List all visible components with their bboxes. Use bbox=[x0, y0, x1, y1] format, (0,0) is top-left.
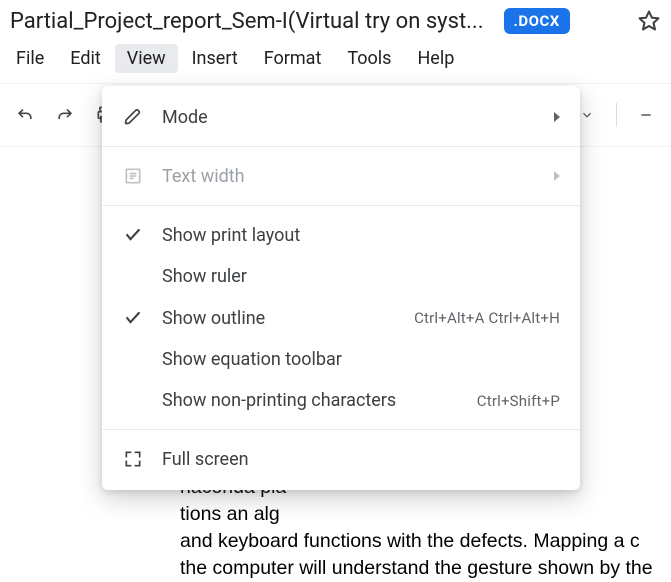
view-dropdown: Mode Text width Show print layout Show r… bbox=[102, 86, 580, 490]
menuitem-label: Mode bbox=[162, 107, 536, 128]
menuitem-label: Show equation toolbar bbox=[162, 349, 560, 370]
menu-divider bbox=[102, 146, 580, 147]
menu-divider bbox=[102, 205, 580, 206]
check-icon bbox=[122, 224, 144, 246]
menu-format[interactable]: Format bbox=[252, 44, 334, 73]
menu-view[interactable]: View bbox=[115, 44, 178, 73]
menuitem-show-equation-toolbar[interactable]: Show equation toolbar bbox=[102, 339, 580, 380]
chevron-right-icon bbox=[554, 171, 560, 181]
menu-file[interactable]: File bbox=[4, 44, 56, 73]
menu-divider bbox=[102, 429, 580, 430]
menuitem-show-outline[interactable]: Show outline Ctrl+Alt+A Ctrl+Alt+H bbox=[102, 297, 580, 339]
menu-insert[interactable]: Insert bbox=[180, 44, 250, 73]
fullscreen-icon bbox=[122, 448, 144, 470]
pencil-icon bbox=[122, 106, 144, 128]
redo-button[interactable] bbox=[48, 98, 82, 132]
menuitem-shortcut: Ctrl+Alt+A Ctrl+Alt+H bbox=[414, 309, 560, 327]
menuitem-label: Show ruler bbox=[162, 266, 560, 287]
menuitem-label: Text width bbox=[162, 166, 536, 187]
menuitem-full-screen[interactable]: Full screen bbox=[102, 438, 580, 480]
menuitem-show-ruler[interactable]: Show ruler bbox=[102, 256, 580, 297]
menu-help[interactable]: Help bbox=[405, 44, 466, 73]
menuitem-label: Show non-printing characters bbox=[162, 390, 459, 411]
text-width-icon bbox=[122, 165, 144, 187]
menuitem-show-non-printing[interactable]: Show non-printing characters Ctrl+Shift+… bbox=[102, 380, 580, 421]
menu-tools[interactable]: Tools bbox=[335, 44, 403, 73]
minimize-toolbar-button[interactable] bbox=[629, 98, 663, 132]
toolbar-separator bbox=[616, 103, 617, 127]
menuitem-text-width: Text width bbox=[102, 155, 580, 197]
undo-button[interactable] bbox=[8, 98, 42, 132]
document-title[interactable]: Partial_Project_report_Sem-I(Virtual try… bbox=[10, 9, 484, 34]
docx-badge: .DOCX bbox=[504, 8, 570, 34]
menuitem-shortcut: Ctrl+Shift+P bbox=[477, 392, 560, 410]
star-icon[interactable] bbox=[637, 9, 661, 33]
menuitem-show-print-layout[interactable]: Show print layout bbox=[102, 214, 580, 256]
menu-edit[interactable]: Edit bbox=[58, 44, 112, 73]
menuitem-mode[interactable]: Mode bbox=[102, 96, 580, 138]
chevron-right-icon bbox=[554, 112, 560, 122]
menuitem-label: Show print layout bbox=[162, 225, 560, 246]
menubar: File Edit View Insert Format Tools Help bbox=[0, 38, 671, 83]
menuitem-label: Full screen bbox=[162, 449, 560, 470]
menuitem-label: Show outline bbox=[162, 308, 396, 329]
titlebar: Partial_Project_report_Sem-I(Virtual try… bbox=[0, 0, 671, 38]
check-icon bbox=[122, 307, 144, 329]
